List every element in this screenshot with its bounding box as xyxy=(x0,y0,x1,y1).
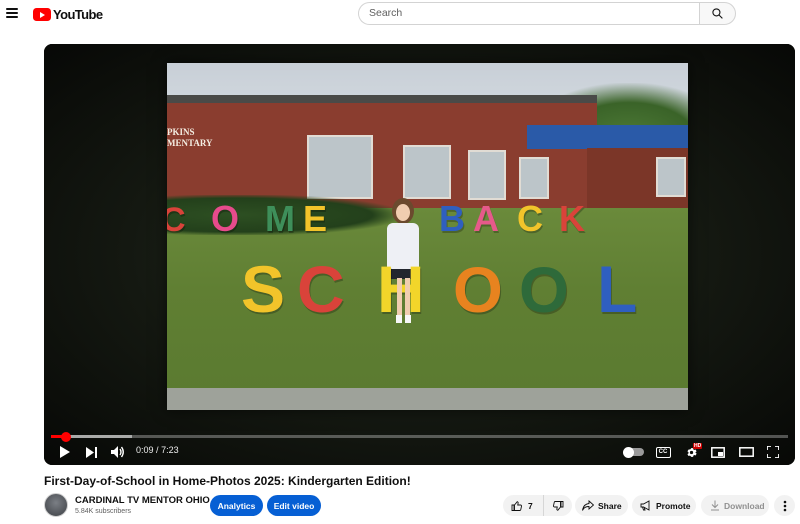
letter-e: E xyxy=(303,198,328,239)
search-input[interactable]: Search xyxy=(358,2,700,25)
next-icon xyxy=(86,446,97,458)
edit-video-button[interactable]: Edit video xyxy=(267,495,321,516)
thumbs-up-icon xyxy=(511,500,522,511)
like-count: 7 xyxy=(528,500,533,511)
player-controls: 0:09 / 7:23 CC HD xyxy=(44,442,795,462)
total-time: 7:23 xyxy=(161,445,179,455)
share-icon xyxy=(582,500,594,511)
promote-button[interactable]: Promote xyxy=(632,495,696,516)
child-shoes xyxy=(396,315,412,323)
captions-button[interactable]: CC xyxy=(654,442,672,462)
letter-a: A xyxy=(473,198,499,239)
dislike-button[interactable] xyxy=(544,495,572,516)
more-actions-button[interactable] xyxy=(774,495,795,516)
miniplayer-button[interactable] xyxy=(710,442,726,462)
play-icon xyxy=(59,446,70,458)
sidewalk xyxy=(167,388,688,410)
fullscreen-button[interactable] xyxy=(765,442,781,462)
share-button[interactable]: Share xyxy=(575,495,628,516)
window xyxy=(656,157,686,197)
search-icon xyxy=(712,8,723,19)
channel-avatar[interactable] xyxy=(44,493,68,517)
letter-l: L xyxy=(597,252,638,326)
letter-c-school: C xyxy=(297,252,345,326)
captions-icon: CC xyxy=(655,446,671,458)
like-button[interactable]: 7 xyxy=(503,495,544,516)
search-button[interactable] xyxy=(699,2,736,25)
settings-button[interactable]: HD xyxy=(682,442,703,462)
more-vert-icon xyxy=(783,500,786,511)
letter-c-2: C xyxy=(517,198,543,239)
theater-icon xyxy=(738,447,754,457)
share-label: Share xyxy=(598,500,622,511)
autoplay-toggle[interactable] xyxy=(622,442,646,462)
letter-o-1: O xyxy=(453,254,503,326)
play-logo-icon xyxy=(33,8,51,21)
masthead: YouTube Search xyxy=(0,0,800,28)
play-button[interactable] xyxy=(56,442,72,462)
promote-label: Promote xyxy=(656,500,691,511)
letter-o: O xyxy=(211,198,240,239)
youtube-logo[interactable]: YouTube xyxy=(33,7,103,22)
fullscreen-icon xyxy=(767,446,779,458)
current-time: 0:09 xyxy=(136,445,154,455)
thumbs-down-icon xyxy=(553,500,564,511)
progress-bar[interactable] xyxy=(51,431,788,442)
download-button[interactable]: Download xyxy=(701,495,769,516)
letter-k: K xyxy=(559,198,585,239)
letter-b: B xyxy=(439,198,465,239)
hd-badge: HD xyxy=(693,443,703,449)
video-title: First-Day-of-School in Home-Photos 2025:… xyxy=(44,474,411,488)
letter-s: S xyxy=(241,252,286,326)
blue-roof xyxy=(527,125,688,149)
time-separator: / xyxy=(156,445,159,455)
volume-icon xyxy=(111,446,124,458)
download-label: Download xyxy=(724,500,765,511)
theater-mode-button[interactable] xyxy=(738,442,754,462)
time-display: 0:09 / 7:23 xyxy=(136,445,179,455)
channel-name[interactable]: CARDINAL TV MENTOR OHIO xyxy=(75,495,210,506)
window xyxy=(307,135,373,199)
like-dislike-group: 7 xyxy=(503,495,572,516)
megaphone-icon xyxy=(640,500,652,511)
window xyxy=(519,157,549,199)
child-legs xyxy=(397,278,410,318)
video-photo: PKINS MENTARY C O M E B A C K S C H O O … xyxy=(167,63,688,410)
letter-m: M xyxy=(265,198,295,239)
scrubber-handle[interactable] xyxy=(60,431,71,442)
letter-c: C xyxy=(167,201,186,239)
child-face xyxy=(396,204,410,221)
window xyxy=(468,150,506,200)
logo-text: YouTube xyxy=(53,7,103,22)
window xyxy=(403,145,451,199)
autoplay-toggle-icon xyxy=(623,446,644,458)
miniplayer-icon xyxy=(711,446,725,458)
hamburger-menu-icon[interactable] xyxy=(6,8,18,18)
next-button[interactable] xyxy=(84,442,100,462)
video-player[interactable]: PKINS MENTARY C O M E B A C K S C H O O … xyxy=(44,44,795,465)
download-icon xyxy=(710,500,720,511)
school-sign: PKINS MENTARY xyxy=(167,127,213,148)
analytics-button[interactable]: Analytics xyxy=(210,495,263,516)
roofline xyxy=(167,95,597,103)
letter-o-2: O xyxy=(519,254,569,326)
volume-button[interactable] xyxy=(110,442,126,462)
subscriber-count: 5.84K subscribers xyxy=(75,508,132,515)
